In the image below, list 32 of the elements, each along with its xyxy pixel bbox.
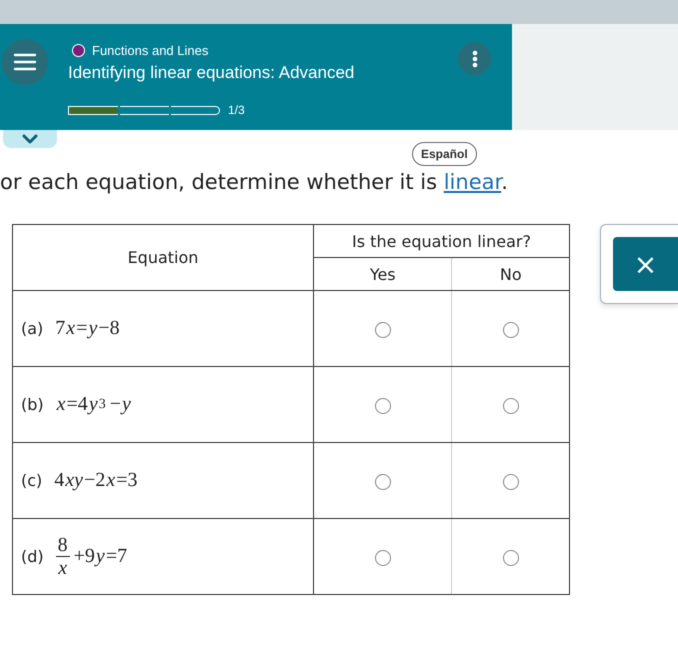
expand-button[interactable] [3,130,57,148]
radio-button[interactable] [374,398,391,414]
equation: 7x=y−8 [55,317,120,340]
topic-label: Functions and Lines [92,43,208,58]
topic-dot-icon [72,44,85,57]
question-text: or each equation, determine whether it is linear. [0,170,509,194]
column-header: Equation [12,224,314,290]
item-label: (d) [21,547,44,566]
equation: 4xy−2x=3 [54,469,138,492]
item-label: (b) [21,395,44,414]
column-header: No [452,258,570,290]
more-options-icon [472,50,478,68]
menu-icon [13,53,37,71]
menu-button[interactable] [2,39,48,85]
item-label: (a) [21,319,44,338]
column-header: Is the equation linear? [314,224,570,258]
radio-button[interactable] [374,550,391,566]
item-label: (c) [21,471,42,490]
progress-reading: 1/3 [228,103,245,117]
radio-button[interactable] [502,322,519,338]
column-header: Yes [314,258,452,290]
radio-button[interactable] [502,550,519,566]
lesson-title: Identifying linear equations: Advanced [68,63,354,83]
language-button[interactable]: Español [412,142,477,166]
radio-button[interactable] [374,474,391,490]
radio-button[interactable] [374,322,391,338]
radio-button[interactable] [502,398,519,414]
chevron-down-icon [22,134,38,144]
linear-link[interactable]: linear [444,170,502,194]
clear-button[interactable]: × [613,237,678,291]
radio-button[interactable] [502,474,519,490]
more-options-button[interactable] [458,42,491,75]
